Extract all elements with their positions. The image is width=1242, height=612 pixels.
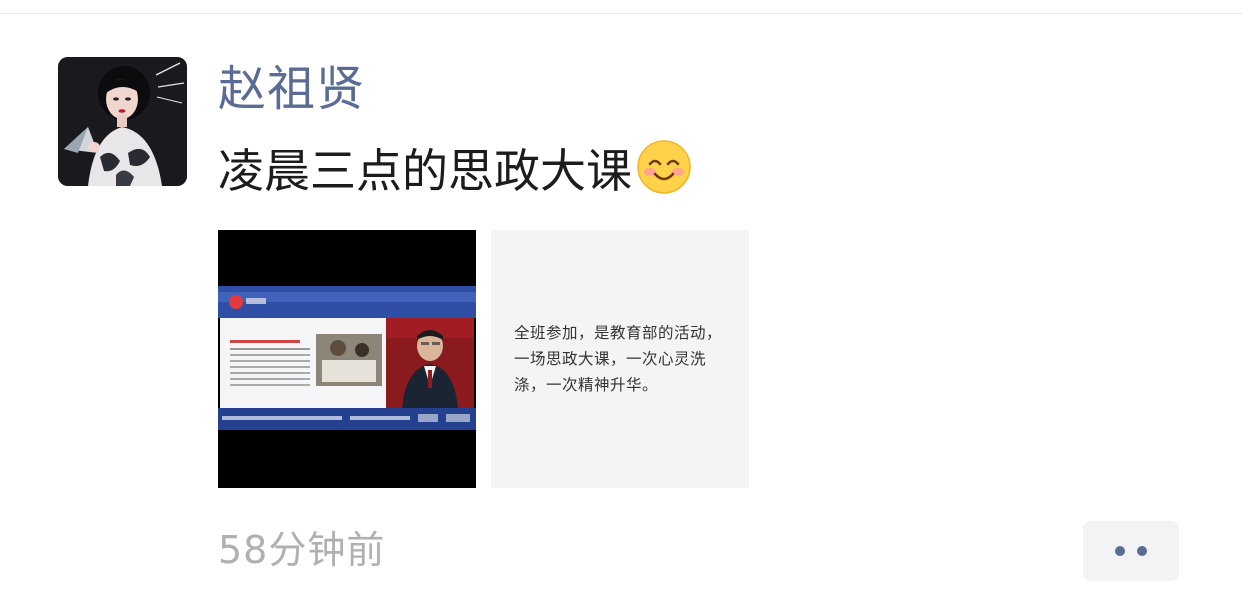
post-text: 凌晨三点的思政大课 — [218, 139, 692, 202]
image-thumbnail-video[interactable] — [218, 230, 476, 488]
more-dots-icon — [1137, 546, 1147, 556]
moments-post: 赵祖贤 凌晨三点的思政大课 全班参加，是教育部的活动，一场思政大课，一次心灵洗涤… — [0, 0, 1242, 612]
post-timestamp: 58分钟前 — [218, 528, 386, 572]
smiling-face-icon — [636, 139, 692, 195]
post-text-body: 凌晨三点的思政大课 — [218, 144, 632, 198]
author-name[interactable]: 赵祖贤 — [218, 58, 365, 120]
image-thumbnail-text[interactable]: 全班参加，是教育部的活动，一场思政大课，一次心灵洗涤，一次精神升华。 — [491, 230, 749, 488]
more-options-button[interactable] — [1083, 521, 1179, 581]
avatar-illustration-icon — [58, 57, 187, 186]
text-card-body: 全班参加，是教育部的活动，一场思政大课，一次心灵洗涤，一次精神升华。 — [514, 324, 723, 394]
news-broadcast-thumbnail — [218, 230, 476, 488]
avatar[interactable] — [58, 57, 187, 186]
more-dots-icon — [1115, 546, 1125, 556]
